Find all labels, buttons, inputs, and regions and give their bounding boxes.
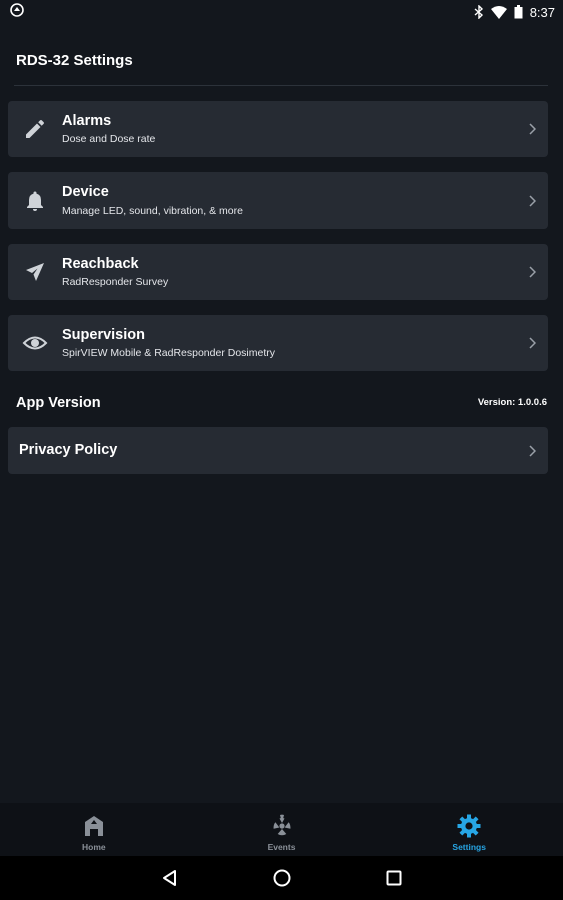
reachback-title: Reachback: [62, 256, 139, 272]
wifi-icon: [490, 5, 507, 19]
recents-icon[interactable]: [383, 867, 405, 889]
nav-home[interactable]: Home: [0, 803, 188, 856]
home-circle-icon[interactable]: [271, 867, 293, 889]
chevron-right-icon: [526, 123, 538, 135]
chevron-right-icon: [526, 337, 538, 349]
home-icon: [81, 813, 107, 839]
nav-home-label: Home: [82, 842, 106, 852]
nav-events-label: Events: [267, 842, 296, 852]
back-icon[interactable]: [159, 867, 181, 889]
clock: 8:37: [529, 4, 555, 20]
pencil-icon: [20, 114, 50, 144]
bottom-nav: Home Events Settings: [0, 803, 563, 856]
privacy-policy-label: Privacy Policy: [19, 442, 118, 458]
chevron-right-icon: [526, 445, 538, 457]
reachback-subtitle: RadResponder Survey: [62, 276, 169, 288]
alarms-subtitle: Dose and Dose rate: [62, 133, 156, 145]
supervision-item[interactable]: Supervision SpirVIEW Mobile & RadRespond…: [8, 315, 548, 371]
app-version-value: Version: 1.0.0.6: [477, 397, 547, 408]
bluetooth-icon: [474, 5, 484, 19]
nav-settings-label: Settings: [452, 842, 486, 852]
alarms-item[interactable]: Alarms Dose and Dose rate: [8, 101, 548, 157]
paper-plane-icon: [20, 257, 50, 287]
nav-events[interactable]: Events: [188, 803, 376, 856]
alarms-title: Alarms: [62, 113, 112, 129]
chevron-right-icon: [526, 195, 538, 207]
supervision-subtitle: SpirVIEW Mobile & RadResponder Dosimetry: [62, 347, 275, 359]
privacy-policy-item[interactable]: Privacy Policy: [8, 427, 548, 474]
gear-icon: [456, 813, 482, 839]
radiation-icon: [269, 813, 295, 839]
bell-icon: [20, 186, 50, 216]
nav-settings[interactable]: Settings: [375, 803, 563, 856]
app-notification-icon: [10, 2, 24, 22]
divider: [14, 85, 548, 86]
reachback-item[interactable]: Reachback RadResponder Survey: [8, 244, 548, 300]
supervision-title: Supervision: [62, 327, 145, 343]
eye-icon: [20, 328, 50, 358]
chevron-right-icon: [526, 266, 538, 278]
app-version-label: App Version: [16, 395, 101, 411]
system-nav-bar: [0, 856, 563, 900]
device-subtitle: Manage LED, sound, vibration, & more: [62, 205, 243, 217]
status-bar: 8:37: [0, 0, 563, 24]
device-title: Device: [62, 184, 109, 200]
device-item[interactable]: Device Manage LED, sound, vibration, & m…: [8, 172, 548, 229]
battery-icon: [514, 5, 523, 19]
page-title: RDS-32 Settings: [16, 52, 133, 69]
